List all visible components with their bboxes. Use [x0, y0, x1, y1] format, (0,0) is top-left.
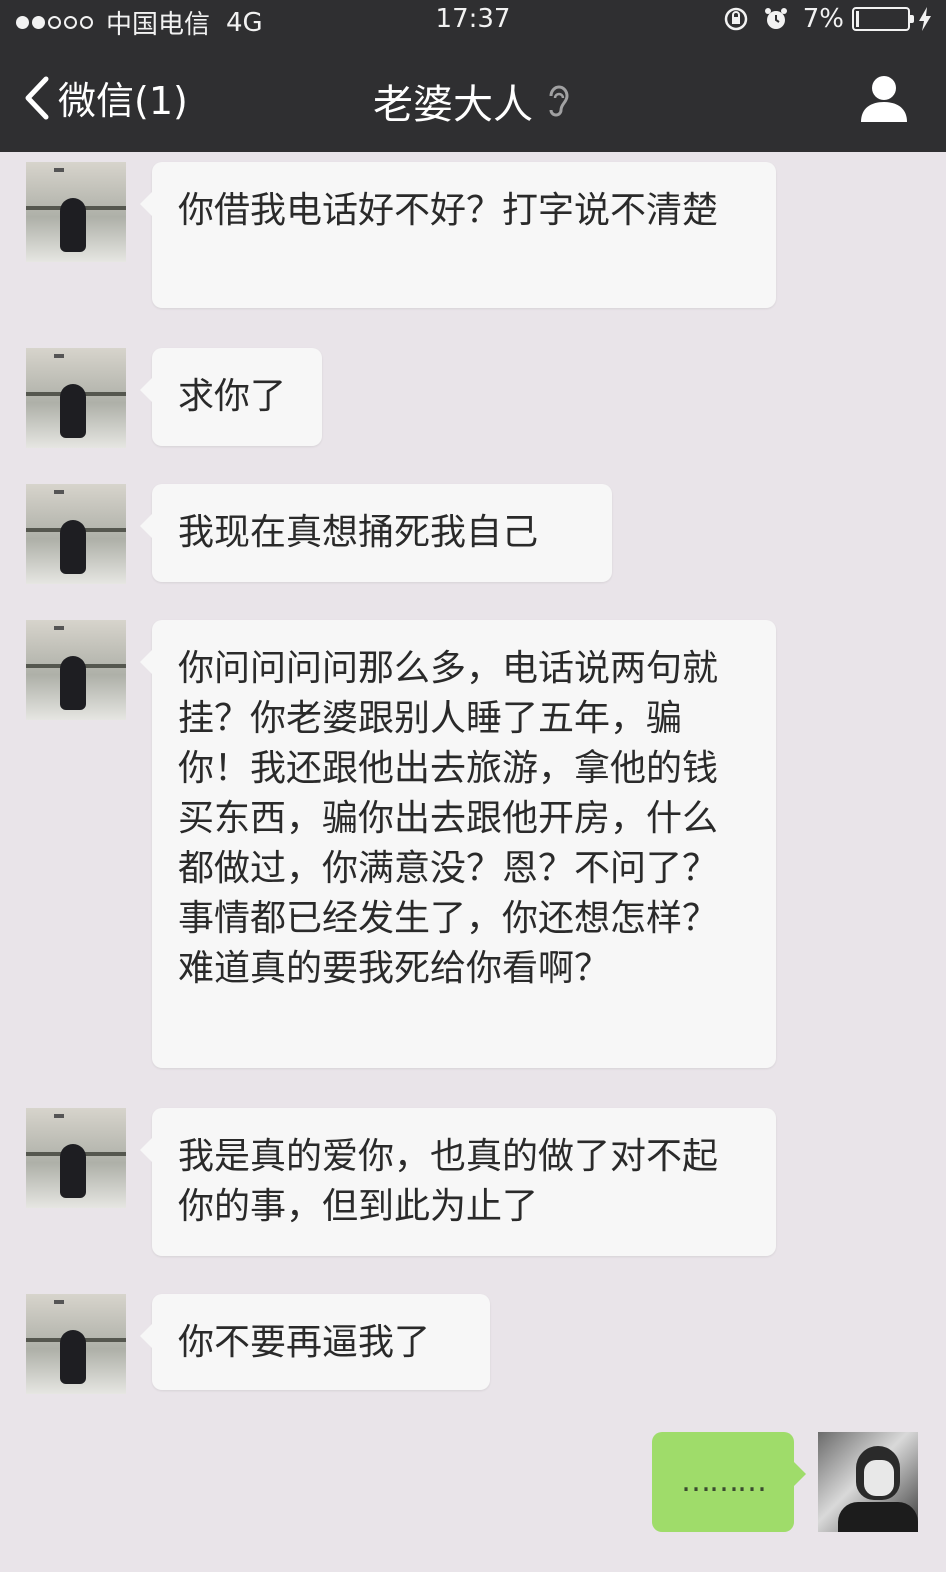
status-bar: 中国电信 4G 17:37 7% [0, 0, 946, 42]
incoming-message-bubble[interactable]: 你不要再逼我了 [140, 1294, 490, 1390]
contact-avatar[interactable] [26, 1108, 126, 1208]
charging-bolt-icon [919, 7, 931, 31]
my-avatar[interactable] [818, 1432, 918, 1532]
alarm-clock-icon [764, 8, 787, 29]
contact-avatar[interactable] [26, 162, 126, 262]
status-bar-right: 7% [723, 4, 932, 34]
incoming-message-bubble[interactable]: 你借我电话好不好？打字说不清楚 [140, 162, 776, 308]
incoming-message-bubble[interactable]: 求你了 [140, 348, 322, 446]
incoming-message-bubble[interactable]: 我是真的爱你，也真的做了对不起你的事，但到此为止了 [140, 1108, 776, 1256]
battery-percent: 7% [802, 4, 844, 34]
contact-avatar[interactable] [26, 348, 126, 448]
contact-avatar[interactable] [26, 620, 126, 720]
earpiece-mode-icon [549, 85, 569, 117]
contact-avatar[interactable] [26, 484, 126, 584]
incoming-message-bubble[interactable]: 我现在真想捅死我自己 [140, 484, 612, 582]
chat-message-list[interactable]: 你借我电话好不好？打字说不清楚 求你了 我现在真想捅死我自己 你问问问问那么多，… [0, 152, 946, 1572]
outgoing-message-bubble[interactable]: ……… [652, 1432, 806, 1532]
battery-icon [852, 7, 914, 31]
incoming-message-bubble[interactable]: 你问问问问那么多，电话说两句就挂？你老婆跟别人睡了五年，骗你！我还跟他出去旅游，… [140, 620, 776, 1068]
contact-avatar[interactable] [26, 1294, 126, 1394]
chat-title-container: 老婆大人 [0, 72, 946, 130]
rotation-lock-icon [724, 7, 747, 31]
page-title: 老婆大人 [373, 82, 533, 128]
nav-bar: 微信(1) 老婆大人 [0, 42, 946, 152]
contact-profile-icon[interactable] [858, 72, 910, 124]
